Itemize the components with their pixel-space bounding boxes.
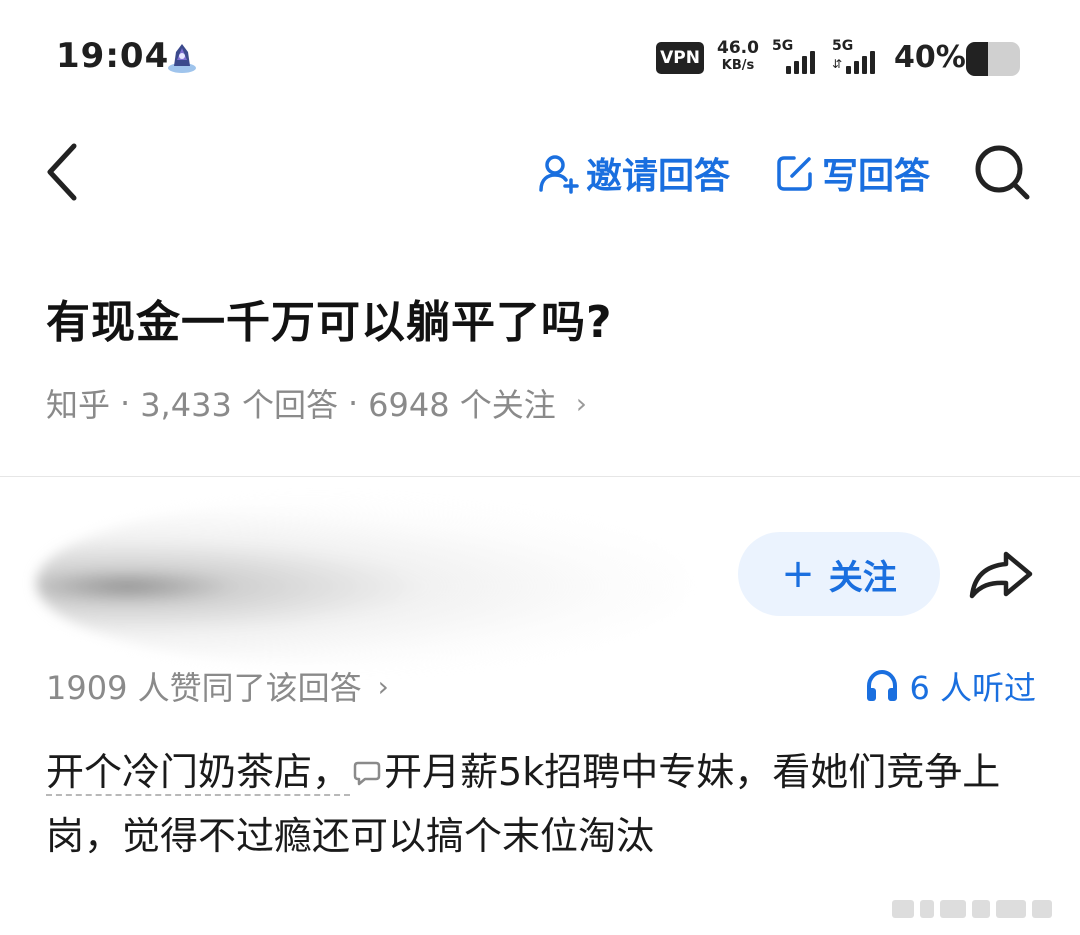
signal-icon: 5G [772,38,828,76]
comment-icon[interactable] [352,759,382,787]
question-meta[interactable]: 知乎 · 3,433 个回答 · 6948 个关注 › [46,380,587,426]
invite-answer-button[interactable]: 邀请回答 [538,148,730,198]
back-arrow-icon[interactable] [40,140,88,204]
followers-count: 6948 个关注 [368,386,556,424]
author-info-redacted[interactable] [36,498,686,668]
invite-answer-label: 邀请回答 [586,156,731,197]
battery-icon [966,42,1020,76]
write-answer-label: 写回答 [822,156,931,197]
annotated-text[interactable]: 开个冷门奶茶店， [46,750,351,796]
app-icon [168,44,196,73]
search-icon[interactable] [972,142,1032,202]
status-bar: 19:04 VPN 46.0 KB/s 5G 5G ⇵ 40% [0,0,1080,110]
write-answer-button[interactable]: 写回答 [774,148,930,198]
network-speed: 46.0 KB/s [716,38,760,74]
network-speed-value: 46.0 [717,38,759,58]
network-speed-unit: KB/s [721,58,755,73]
listened-text: 6 人听过 [909,669,1036,707]
answer-content[interactable]: 开个冷门奶茶店， 开月薪5k招聘中专妹，看她们竞争上岗，觉得不过瘾还可以搞个末位… [46,740,1036,868]
chevron-right-icon: › [377,669,389,703]
edit-icon [777,156,812,191]
meta-separator: · [120,384,131,422]
data-arrows-icon: ⇵ [832,57,843,71]
chevron-right-icon: › [575,386,587,420]
status-time: 19:04 [56,36,170,76]
signal-icon: 5G ⇵ [832,38,888,76]
watermark [892,896,1062,922]
upvote-text: 1909 人赞同了该回答 [46,669,362,707]
divider [0,476,1080,477]
meta-separator: · [347,384,359,422]
upvote-summary[interactable]: 1909 人赞同了该回答 › [46,662,389,710]
answers-count: 3,433 个回答 [140,386,338,424]
battery-percent: 40% [894,40,966,75]
invite-user-icon [539,155,579,194]
listened-button[interactable]: 6 人听过 [865,662,1036,710]
question-source: 知乎 [46,386,111,424]
plus-icon: + [781,551,815,597]
follow-label: 关注 [828,557,897,598]
headphones-icon [867,669,898,701]
share-icon[interactable] [966,544,1036,604]
follow-button[interactable]: + 关注 [738,532,940,616]
question-title[interactable]: 有现金一千万可以躺平了吗? [46,286,1036,350]
top-nav: 邀请回答 写回答 [0,110,1080,230]
vpn-badge: VPN [656,42,704,74]
